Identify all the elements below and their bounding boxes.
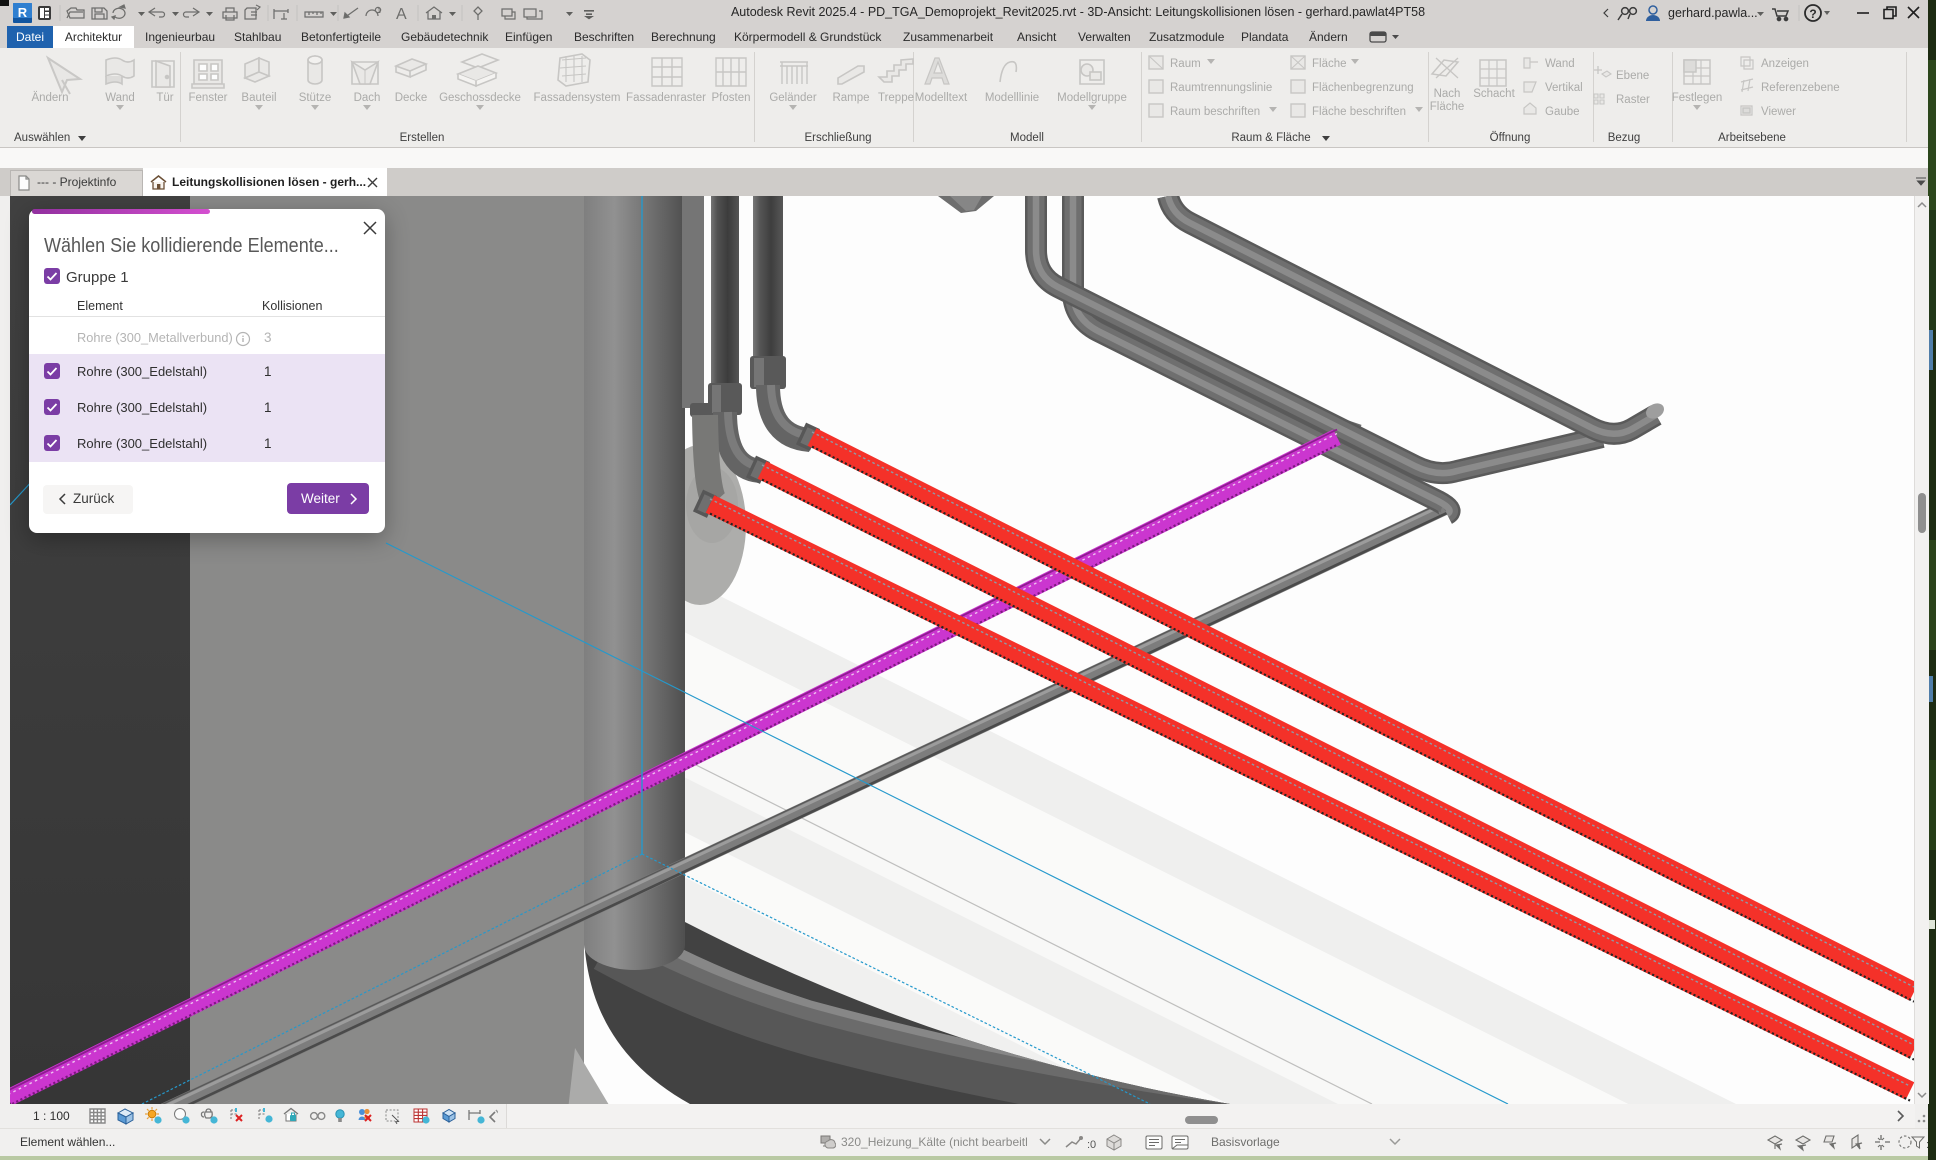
svg-text:Modell: Modell <box>1010 132 1044 144</box>
svg-text:Raum beschriften: Raum beschriften <box>1170 106 1260 118</box>
svg-text:Referenzebene: Referenzebene <box>1761 82 1840 94</box>
svg-text:Geländer: Geländer <box>769 92 816 104</box>
svg-text:Fläche: Fläche <box>1312 58 1347 70</box>
svg-text:Stütze: Stütze <box>299 92 332 104</box>
svg-text:Fassadensystem: Fassadensystem <box>534 92 621 104</box>
svg-text:Wand: Wand <box>1545 58 1575 70</box>
svg-text:Ändern: Ändern <box>31 92 68 104</box>
svg-text:Modelllinie: Modelllinie <box>985 92 1039 104</box>
svg-text:Fenster: Fenster <box>189 92 228 104</box>
svg-text:Bauteil: Bauteil <box>241 92 276 104</box>
svg-text:Vertikal: Vertikal <box>1545 82 1583 94</box>
svg-text:Wand: Wand <box>105 92 135 104</box>
svg-text:Arbeitsebene: Arbeitsebene <box>1718 132 1786 144</box>
svg-text:Nach: Nach <box>1434 88 1461 100</box>
svg-text:R: R <box>18 5 28 20</box>
svg-text:Tür: Tür <box>156 92 173 104</box>
svg-text:Flächenbegrenzung: Flächenbegrenzung <box>1312 82 1414 94</box>
svg-text:Bezug: Bezug <box>1608 132 1641 144</box>
svg-text:Festlegen: Festlegen <box>1672 92 1723 104</box>
svg-text:Modelltext: Modelltext <box>915 92 968 104</box>
svg-text:Erschließung: Erschließung <box>804 132 871 144</box>
svg-text:Modellgruppe: Modellgruppe <box>1057 92 1127 104</box>
svg-text:Erstellen: Erstellen <box>400 132 445 144</box>
svg-text:Dach: Dach <box>354 92 381 104</box>
svg-text::0: :0 <box>1087 1139 1096 1151</box>
svg-text:Fläche beschriften: Fläche beschriften <box>1312 106 1406 118</box>
svg-text:Geschossdecke: Geschossdecke <box>439 92 521 104</box>
svg-text:Gaube: Gaube <box>1545 106 1580 118</box>
svg-text:Fläche: Fläche <box>1430 101 1465 113</box>
svg-text:Raster: Raster <box>1616 94 1650 106</box>
svg-text:Treppe: Treppe <box>878 92 914 104</box>
svg-text:Pfosten: Pfosten <box>712 92 751 104</box>
svg-text:Anzeigen: Anzeigen <box>1761 58 1809 70</box>
svg-text:Öffnung: Öffnung <box>1490 132 1531 144</box>
svg-text:Raum: Raum <box>1170 58 1201 70</box>
svg-text:Raum & Fläche: Raum & Fläche <box>1231 132 1310 144</box>
svg-text:Raumtrennungslinie: Raumtrennungslinie <box>1170 82 1272 94</box>
svg-text:Viewer: Viewer <box>1761 106 1796 118</box>
svg-text:Decke: Decke <box>395 92 428 104</box>
svg-text:Schacht: Schacht <box>1473 88 1515 100</box>
svg-text:Auswählen: Auswählen <box>14 132 70 144</box>
svg-text:Rampe: Rampe <box>832 92 869 104</box>
svg-text:Ebene: Ebene <box>1616 70 1649 82</box>
svg-text:Fassadenraster: Fassadenraster <box>626 92 706 104</box>
